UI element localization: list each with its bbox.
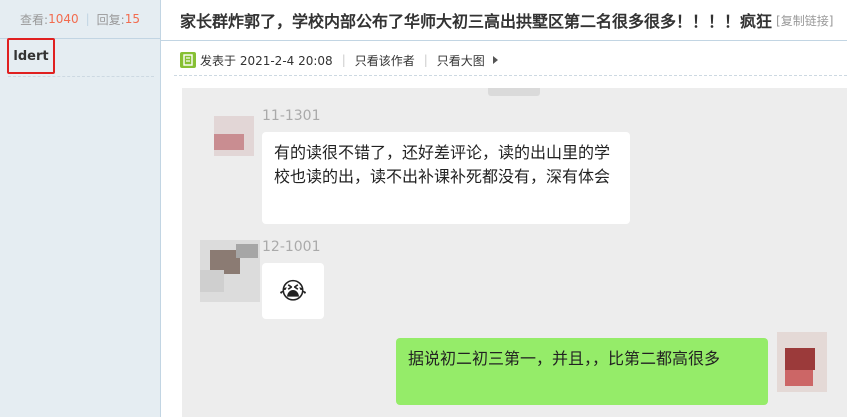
message-bubble: 有的读很不错了，还好差评论，读的出山里的学校也读的出，读不出补课补死都没有，深有… (262, 132, 630, 224)
sender-name: 12-1001 (262, 239, 321, 255)
thread-header: 家长群炸郭了，学校内部公布了华师大初三高出拱墅区第二名很多很多！！！！疯狂 [复… (180, 0, 847, 40)
arrow-right-icon[interactable] (492, 56, 498, 64)
copy-link[interactable]: [复制链接] (776, 12, 833, 29)
emoji-message: 😭 (262, 263, 324, 319)
chat-screenshot: 11-1301 有的读很不错了，还好差评论，读的出山里的学校也读的出，读不出补课… (182, 88, 847, 417)
chat-timestamp (488, 88, 540, 96)
thread-title: 家长群炸郭了，学校内部公布了华师大初三高出拱墅区第二名很多很多！！！！疯狂 (180, 12, 773, 31)
thread-stats: 查看: 1040 | 回复: 15 (0, 0, 160, 38)
post-date: 发表于 2021-2-4 20:08 (200, 53, 333, 68)
meta-divider (174, 75, 847, 76)
stats-separator: | (85, 12, 90, 26)
views-count: 1040 (48, 12, 79, 26)
title-divider (160, 40, 847, 41)
sender-name: 11-1301 (262, 108, 321, 124)
author-name[interactable]: ldert (7, 38, 55, 74)
meta-separator: | (423, 53, 428, 67)
replies-label: 回复: (96, 12, 125, 27)
self-message-bubble: 据说初二初三第一，并且，，比第二都高很多 (396, 338, 768, 405)
avatar (777, 332, 827, 392)
post-meta: 发表于 2021-2-4 20:08 | 只看该作者 | 只看大图 (180, 50, 498, 70)
avatar (214, 116, 254, 156)
meta-separator: | (341, 53, 346, 67)
author-divider (8, 76, 154, 77)
replies-count: 15 (124, 12, 140, 26)
big-image-link[interactable]: 只看大图 (437, 52, 485, 69)
only-author-link[interactable]: 只看该作者 (355, 52, 415, 69)
author-column: 查看: 1040 | 回复: 15 ldert (0, 0, 161, 417)
views-label: 查看: (20, 12, 49, 27)
post-icon (180, 52, 196, 68)
avatar (200, 240, 260, 302)
